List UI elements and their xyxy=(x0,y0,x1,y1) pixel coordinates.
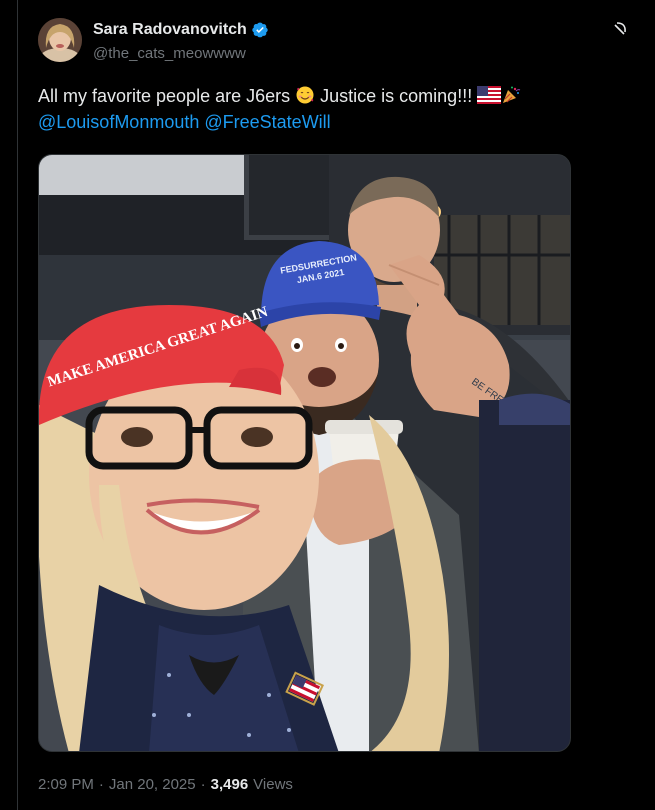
avatar[interactable] xyxy=(38,18,82,62)
display-name[interactable]: Sara Radovanovitch xyxy=(93,21,247,39)
handle[interactable]: @the_cats_meowwww xyxy=(93,45,246,62)
grok-icon[interactable] xyxy=(613,22,627,36)
tweet-photo[interactable]: FEDSURRECTION JAN.6 2021 BE FREE MAKE AM… xyxy=(38,154,571,752)
meta-separator: · xyxy=(98,776,104,793)
tweet-time[interactable]: 2:09 PM xyxy=(38,776,94,793)
mention-link[interactable]: @FreeStateWill xyxy=(204,112,330,132)
tweet-text-part: Justice is coming!!! xyxy=(315,86,478,106)
us-flag-icon xyxy=(477,86,502,104)
views-label: Views xyxy=(253,776,293,793)
verified-badge-icon xyxy=(252,22,268,38)
photo-illustration: FEDSURRECTION JAN.6 2021 BE FREE MAKE AM… xyxy=(39,155,570,751)
tweet-date[interactable]: Jan 20, 2025 xyxy=(109,776,196,793)
name-row: Sara Radovanovitch xyxy=(93,21,269,39)
tweet-meta: 2:09 PM · Jan 20, 2025 · 3,496 Views xyxy=(38,776,293,793)
timeline-column-border xyxy=(17,0,18,810)
mention-link[interactable]: @LouisofMonmouth xyxy=(38,112,199,132)
views-count: 3,496 xyxy=(210,776,249,793)
tweet-text-part: All my favorite people are J6ers xyxy=(38,86,291,106)
party-popper-icon xyxy=(503,86,521,103)
tweet-header: Sara Radovanovitch @the_cats_meowwww xyxy=(38,15,628,67)
tweet-text: All my favorite people are J6ers Justice… xyxy=(38,83,628,135)
meta-separator: · xyxy=(200,776,206,793)
smiling-face-with-hearts-icon xyxy=(296,86,314,104)
